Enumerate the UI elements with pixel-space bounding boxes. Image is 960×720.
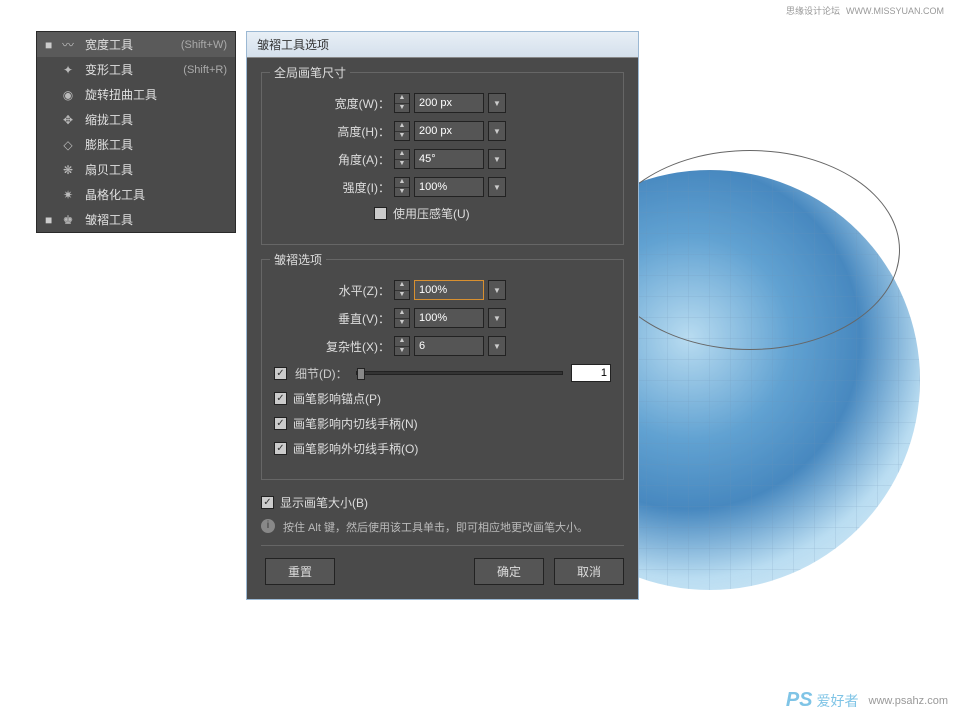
height-label: 高度(H)：: [300, 123, 390, 140]
globe-wireframe: [600, 150, 900, 350]
horiz-dropdown[interactable]: ▼: [488, 280, 506, 300]
detail-value[interactable]: 1: [571, 364, 611, 382]
wrinkle-tool-icon: ♚: [59, 212, 77, 228]
ok-button[interactable]: 确定: [474, 558, 544, 585]
vert-field[interactable]: 100%: [414, 308, 484, 328]
info-icon: i: [261, 519, 275, 533]
intan-row[interactable]: ✓ 画笔影响内切线手柄(N): [274, 415, 611, 432]
outtan-row[interactable]: ✓ 画笔影响外切线手柄(O): [274, 440, 611, 457]
detail-slider[interactable]: [356, 371, 563, 375]
angle-dropdown[interactable]: ▼: [488, 149, 506, 169]
intan-checkbox[interactable]: ✓: [274, 417, 287, 430]
dialog-title: 皱褶工具选项: [247, 32, 638, 58]
horiz-field[interactable]: 100%: [414, 280, 484, 300]
complex-dropdown[interactable]: ▼: [488, 336, 506, 356]
pressure-checkbox-row[interactable]: 使用压感笔(U): [274, 205, 611, 222]
showbrush-checkbox[interactable]: ✓: [261, 496, 274, 509]
intensity-field[interactable]: 100%: [414, 177, 484, 197]
watermark-top: 思缘设计论坛WWW.MISSYUAN.COM: [780, 4, 944, 17]
tool-twirl[interactable]: ◉ 旋转扭曲工具: [37, 82, 235, 107]
angle-field[interactable]: 45°: [414, 149, 484, 169]
cancel-button[interactable]: 取消: [554, 558, 624, 585]
bloat-tool-icon: ◇: [59, 137, 77, 153]
anchor-checkbox[interactable]: ✓: [274, 392, 287, 405]
width-tool-icon: 〰: [59, 37, 77, 53]
pressure-checkbox[interactable]: [374, 207, 387, 220]
hint-row: i 按住 Alt 键，然后使用该工具单击，即可相应地更改画笔大小。: [261, 519, 624, 535]
angle-stepper[interactable]: ▲▼: [394, 149, 410, 169]
intensity-label: 强度(I)：: [300, 179, 390, 196]
reset-button[interactable]: 重置: [265, 558, 335, 585]
detail-label: 细节(D)：: [295, 365, 348, 382]
outtan-checkbox[interactable]: ✓: [274, 442, 287, 455]
wrinkle-tool-options-dialog: 皱褶工具选项 全局画笔尺寸 宽度(W)： ▲▼ 200 px ▼ 高度(H)： …: [246, 31, 639, 600]
warp-tool-icon: ✦: [59, 62, 77, 78]
width-dropdown[interactable]: ▼: [488, 93, 506, 113]
wrinkle-options-group: 皱褶选项 水平(Z)： ▲▼ 100% ▼ 垂直(V)： ▲▼ 100% ▼ 复…: [261, 259, 624, 480]
vert-stepper[interactable]: ▲▼: [394, 308, 410, 328]
tool-crystallize[interactable]: ✷ 晶格化工具: [37, 182, 235, 207]
crystallize-tool-icon: ✷: [59, 187, 77, 203]
horiz-label: 水平(Z)：: [300, 282, 390, 299]
tool-wrinkle[interactable]: ■ ♚ 皱褶工具: [37, 207, 235, 232]
scallop-tool-icon: ❋: [59, 162, 77, 178]
tool-bloat[interactable]: ◇ 膨胀工具: [37, 132, 235, 157]
global-brush-group: 全局画笔尺寸 宽度(W)： ▲▼ 200 px ▼ 高度(H)： ▲▼ 200 …: [261, 72, 624, 245]
intensity-stepper[interactable]: ▲▼: [394, 177, 410, 197]
tool-scallop[interactable]: ❋ 扇贝工具: [37, 157, 235, 182]
showbrush-row[interactable]: ✓ 显示画笔大小(B): [261, 494, 624, 511]
twirl-tool-icon: ◉: [59, 87, 77, 103]
tool-palette: ■ 〰 宽度工具 (Shift+W) ✦ 变形工具 (Shift+R) ◉ 旋转…: [36, 31, 236, 233]
height-stepper[interactable]: ▲▼: [394, 121, 410, 141]
complex-field[interactable]: 6: [414, 336, 484, 356]
horiz-stepper[interactable]: ▲▼: [394, 280, 410, 300]
separator: [261, 545, 624, 546]
angle-label: 角度(A)：: [300, 151, 390, 168]
width-field[interactable]: 200 px: [414, 93, 484, 113]
tool-pucker[interactable]: ✥ 缩拢工具: [37, 107, 235, 132]
tool-width[interactable]: ■ 〰 宽度工具 (Shift+W): [37, 32, 235, 57]
pucker-tool-icon: ✥: [59, 112, 77, 128]
width-label: 宽度(W)：: [300, 95, 390, 112]
anchor-row[interactable]: ✓ 画笔影响锚点(P): [274, 390, 611, 407]
detail-checkbox[interactable]: ✓: [274, 367, 287, 380]
complex-label: 复杂性(X)：: [300, 338, 390, 355]
tool-warp[interactable]: ✦ 变形工具 (Shift+R): [37, 57, 235, 82]
intensity-dropdown[interactable]: ▼: [488, 177, 506, 197]
height-field[interactable]: 200 px: [414, 121, 484, 141]
complex-stepper[interactable]: ▲▼: [394, 336, 410, 356]
width-stepper[interactable]: ▲▼: [394, 93, 410, 113]
vert-dropdown[interactable]: ▼: [488, 308, 506, 328]
height-dropdown[interactable]: ▼: [488, 121, 506, 141]
vert-label: 垂直(V)：: [300, 310, 390, 327]
watermark-bottom: PS 爱好者 www.psahz.com: [786, 689, 948, 712]
